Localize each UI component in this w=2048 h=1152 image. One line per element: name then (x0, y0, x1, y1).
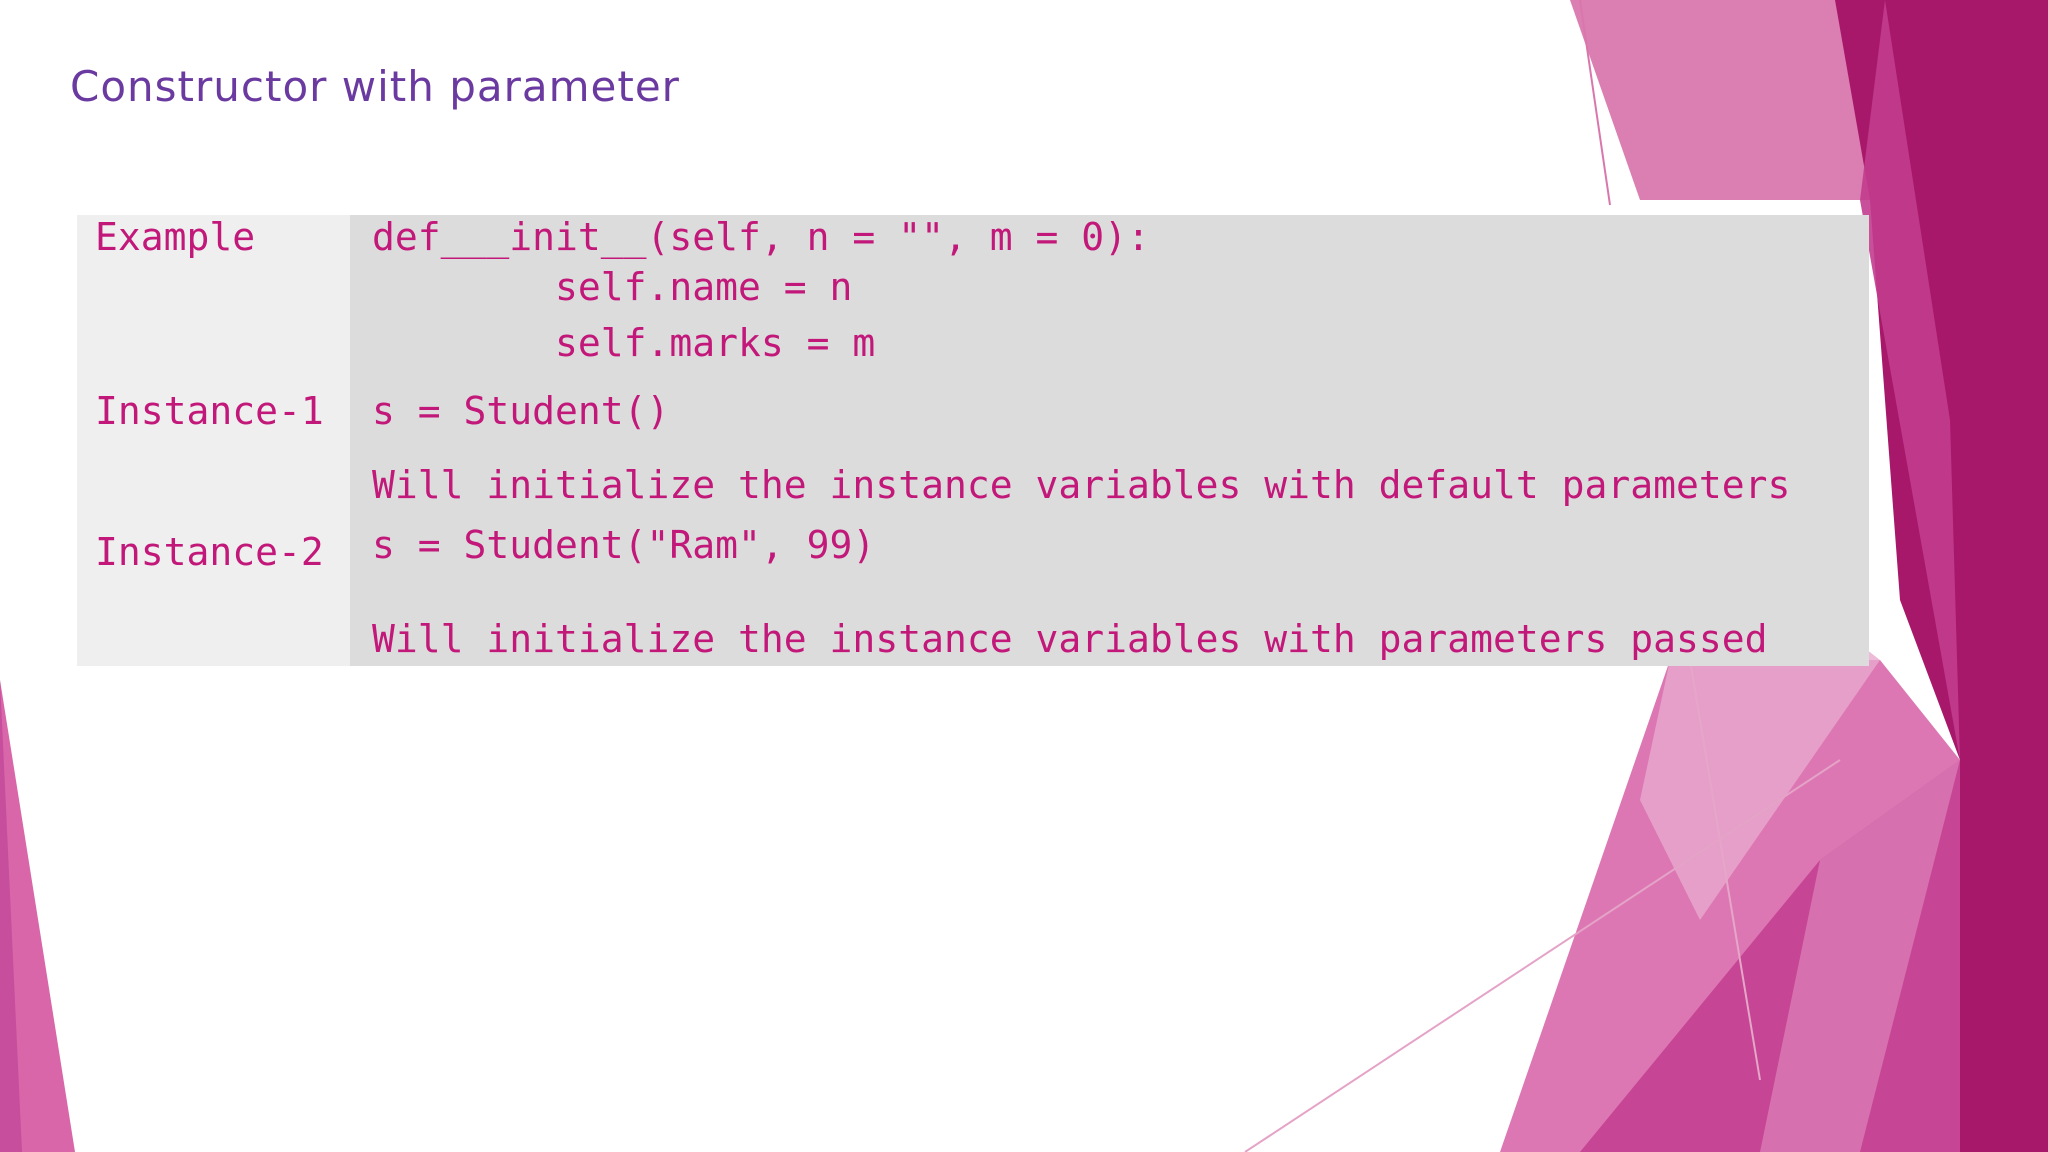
code-line-self-marks: self.marks = m (372, 321, 876, 365)
code-line-def-init: def___init__(self, n = "", m = 0): (372, 215, 1150, 259)
row-label-instance-1: Instance-1 (95, 389, 324, 433)
row-label-example: Example (95, 215, 256, 259)
code-line-self-name: self.name = n (372, 265, 853, 309)
label-column (77, 215, 350, 666)
code-line-student-args: s = Student("Ram", 99) (372, 523, 876, 567)
code-example-table: Example def___init__(self, n = "", m = 0… (77, 215, 1869, 666)
row-label-instance-2: Instance-2 (95, 530, 324, 574)
slide: Constructor with parameter Example def__… (0, 0, 2048, 1152)
description-default-params: Will initialize the instance variables w… (372, 463, 1791, 507)
description-passed-params: Will initialize the instance variables w… (372, 617, 1768, 661)
code-line-student-default: s = Student() (372, 389, 670, 433)
slide-title: Constructor with parameter (70, 62, 680, 111)
